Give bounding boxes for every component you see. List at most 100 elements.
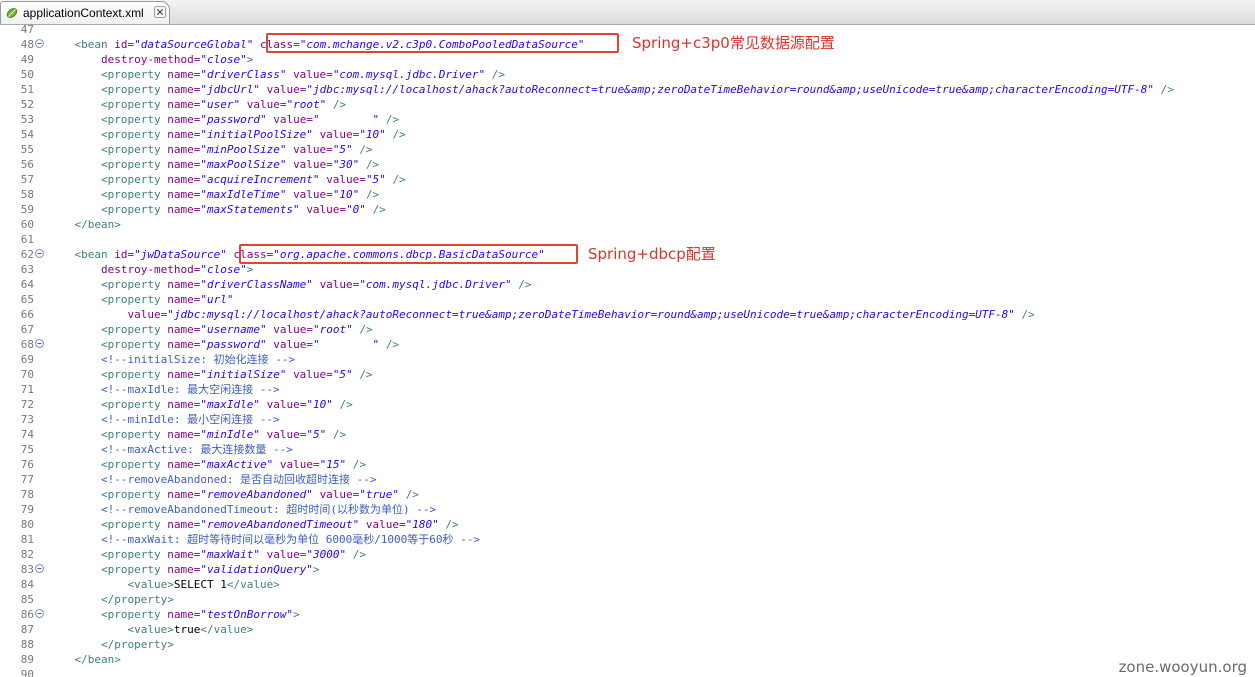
code-line[interactable]: 80 <property name="removeAbandonedTimeou…	[0, 517, 1255, 532]
code-line[interactable]: 66 value="jdbc:mysql://localhost/ahack?a…	[0, 307, 1255, 322]
code-content: <property name="password" value=" " />	[48, 112, 399, 127]
code-line[interactable]: 54 <property name="initialPoolSize" valu…	[0, 127, 1255, 142]
xml-attribute-name: value=	[326, 173, 366, 186]
code-line[interactable]: 83 <property name="validationQuery">	[0, 562, 1255, 577]
code-line[interactable]: 85 </property>	[0, 592, 1255, 607]
code-line[interactable]: 49 destroy-method="close">	[0, 52, 1255, 67]
code-line[interactable]: 65 <property name="url"	[0, 292, 1255, 307]
highlight-box-dbcp-class	[239, 244, 578, 264]
xml-tag: </bean>	[74, 653, 121, 666]
code-line[interactable]: 73 <!--minIdle: 最小空闲连接 -->	[0, 412, 1255, 427]
code-content: <property name="jdbcUrl" value="jdbc:mys…	[48, 82, 1174, 97]
code-line[interactable]: 53 <property name="password" value=" " /…	[0, 112, 1255, 127]
xml-attribute-value: "close"	[200, 263, 247, 276]
fold-toggle-icon[interactable]	[35, 249, 44, 258]
line-number: 85	[20, 593, 34, 606]
xml-attribute-value: "initialPoolSize"	[200, 128, 313, 141]
line-number: 90	[20, 668, 34, 677]
code-line[interactable]: 67 <property name="username" value="root…	[0, 322, 1255, 337]
xml-attribute-name: name=	[167, 458, 201, 471]
xml-attribute-value: " "	[312, 338, 380, 351]
code-line[interactable]: 76 <property name="maxActive" value="15"…	[0, 457, 1255, 472]
code-line[interactable]: 51 <property name="jdbcUrl" value="jdbc:…	[0, 82, 1255, 97]
code-content: <property name="username" value="root" /…	[48, 322, 373, 337]
code-line[interactable]: 72 <property name="maxIdle" value="10" /…	[0, 397, 1255, 412]
code-content: <property name="maxIdleTime" value="10" …	[48, 187, 379, 202]
xml-tag: </value>	[226, 578, 280, 591]
code-line[interactable]: 81 <!--maxWait: 超时等待时间以毫秒为单位 6000毫秒/1000…	[0, 532, 1255, 547]
line-number: 52	[20, 98, 34, 111]
xml-attribute-value: "jdbc:mysql://localhost/ahack?autoReconn…	[306, 83, 1155, 96]
xml-attribute-value: "com.mysql.jdbc.Driver"	[359, 278, 512, 291]
code-content: <!--maxIdle: 最大空闲连接 -->	[48, 382, 280, 397]
xml-attribute-name: name=	[167, 188, 201, 201]
xml-attribute-value: "removeAbandoned"	[200, 488, 313, 501]
code-line[interactable]: 52 <property name="user" value="root" />	[0, 97, 1255, 112]
close-icon[interactable]	[154, 6, 166, 18]
code-line[interactable]: 77 <!--removeAbandoned: 是否自动回收超时连接 -->	[0, 472, 1255, 487]
xml-tag: >	[293, 608, 300, 621]
fold-toggle-icon[interactable]	[35, 564, 44, 573]
code-line[interactable]: 69 <!--initialSize: 初始化连接 -->	[0, 352, 1255, 367]
code-editor[interactable]: 47 48 <bean id="dataSourceGlobal" class="…	[0, 22, 1255, 677]
code-line[interactable]: 88 </property>	[0, 637, 1255, 652]
code-line[interactable]: 64 <property name="driverClassName" valu…	[0, 277, 1255, 292]
xml-comment: <!--removeAbandonedTimeout: 超时时间(以秒数为单位)…	[100, 503, 437, 516]
xml-tag: <property	[100, 563, 168, 576]
code-line[interactable]: 47	[0, 22, 1255, 37]
xml-attribute-name: name=	[167, 143, 201, 156]
xml-text: true	[173, 623, 201, 636]
xml-attribute-value: "minPoolSize"	[200, 143, 287, 156]
xml-tag: />	[1160, 83, 1174, 96]
xml-attribute-value: "maxIdle"	[200, 398, 260, 411]
code-line[interactable]: 75 <!--maxActive: 最大连接数量 -->	[0, 442, 1255, 457]
code-line[interactable]: 58 <property name="maxIdleTime" value="1…	[0, 187, 1255, 202]
code-line[interactable]: 78 <property name="removeAbandoned" valu…	[0, 487, 1255, 502]
code-line[interactable]: 89 </bean>	[0, 652, 1255, 667]
code-content: <property name="driverClass" value="com.…	[48, 67, 505, 82]
code-line[interactable]: 74 <property name="minIdle" value="5" />	[0, 427, 1255, 442]
line-number: 78	[20, 488, 34, 501]
code-line[interactable]: 60 </bean>	[0, 217, 1255, 232]
code-line[interactable]: 50 <property name="driverClass" value="c…	[0, 67, 1255, 82]
code-line[interactable]: 63 destroy-method="close">	[0, 262, 1255, 277]
code-line[interactable]: 90	[0, 667, 1255, 677]
xml-attribute-name: name=	[167, 323, 201, 336]
xml-attribute-value: "username"	[200, 323, 267, 336]
code-line[interactable]: 84 <value>SELECT 1</value>	[0, 577, 1255, 592]
line-number: 83	[20, 563, 34, 576]
xml-tag: <property	[100, 188, 168, 201]
xml-attribute-name: name=	[167, 293, 201, 306]
code-line[interactable]: 71 <!--maxIdle: 最大空闲连接 -->	[0, 382, 1255, 397]
xml-tag: />	[392, 128, 406, 141]
code-line[interactable]: 79 <!--removeAbandonedTimeout: 超时时间(以秒数为…	[0, 502, 1255, 517]
xml-attribute-value: "root"	[286, 98, 327, 111]
code-line[interactable]: 68 <property name="password" value=" " /…	[0, 337, 1255, 352]
code-content: </property>	[48, 637, 174, 652]
highlight-box-c3p0-class	[266, 33, 619, 53]
xml-text: SELECT 1	[173, 578, 227, 591]
xml-tag: <property	[100, 278, 168, 291]
line-number: 88	[20, 638, 34, 651]
fold-toggle-icon[interactable]	[35, 39, 44, 48]
code-line[interactable]: 57 <property name="acquireIncrement" val…	[0, 172, 1255, 187]
code-line[interactable]: 56 <property name="maxPoolSize" value="3…	[0, 157, 1255, 172]
code-line[interactable]: 82 <property name="maxWait" value="3000"…	[0, 547, 1255, 562]
fold-toggle-icon[interactable]	[35, 609, 44, 618]
code-line[interactable]: 55 <property name="minPoolSize" value="5…	[0, 142, 1255, 157]
code-line[interactable]: 87 <value>true</value>	[0, 622, 1255, 637]
code-content: <!--removeAbandonedTimeout: 超时时间(以秒数为单位)…	[48, 502, 436, 517]
fold-toggle-icon[interactable]	[35, 339, 44, 348]
code-line[interactable]: 48 <bean id="dataSourceGlobal" class="co…	[0, 37, 1255, 52]
code-line[interactable]: 86 <property name="testOnBorrow">	[0, 607, 1255, 622]
xml-attribute-name: value=	[319, 128, 360, 141]
xml-attribute-name: name=	[167, 98, 201, 111]
code-line[interactable]: 70 <property name="initialSize" value="5…	[0, 367, 1255, 382]
code-line[interactable]: 59 <property name="maxStatements" value=…	[0, 202, 1255, 217]
tab-applicationcontext-xml[interactable]: applicationContext.xml	[0, 1, 170, 24]
